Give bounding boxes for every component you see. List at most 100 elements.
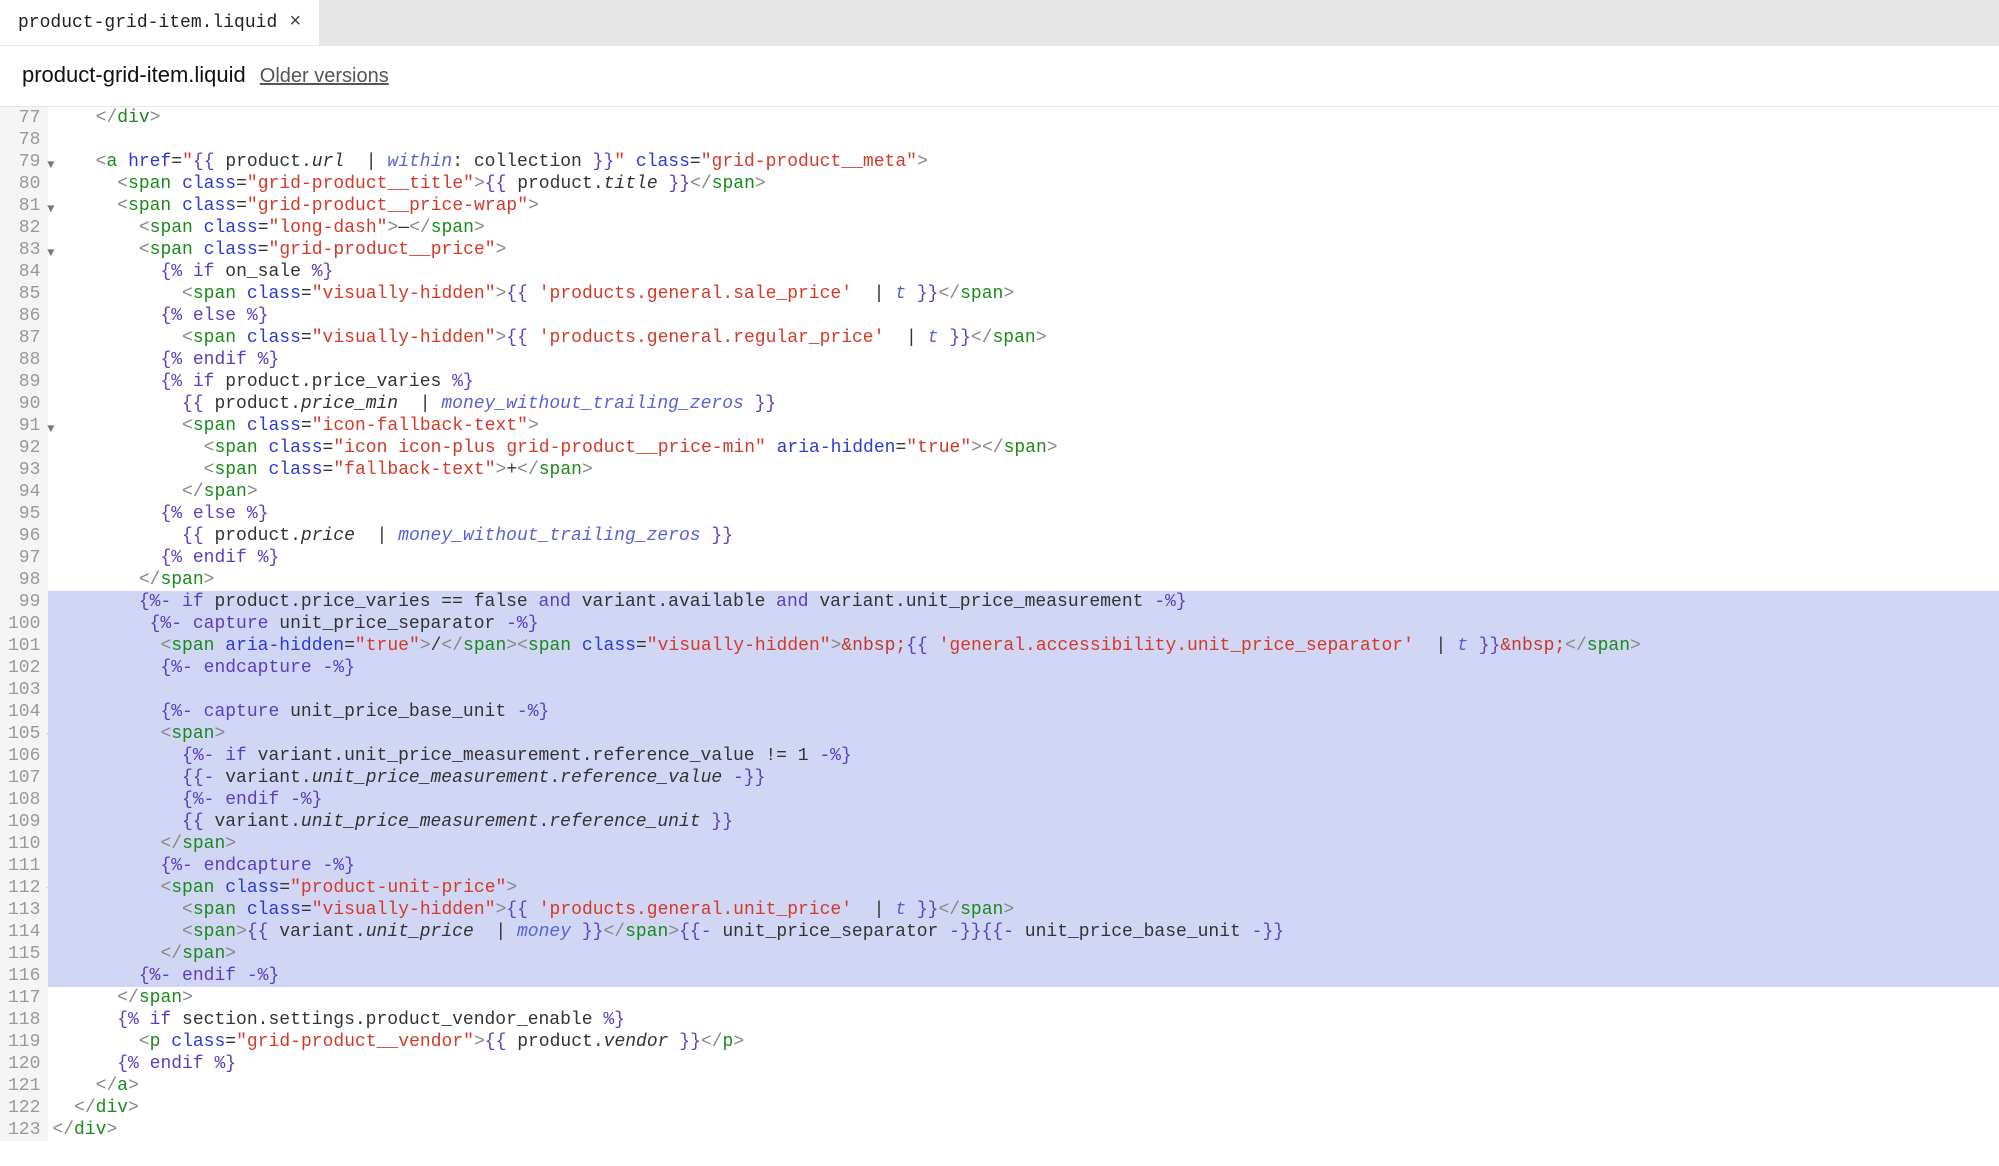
code-line[interactable]: {%- capture unit_price_separator -%} — [48, 613, 1999, 635]
line-number: 112▼ — [8, 877, 40, 899]
line-number: 120 — [8, 1053, 40, 1075]
close-icon[interactable]: × — [289, 13, 301, 33]
code-line[interactable]: {{- variant.unit_price_measurement.refer… — [48, 767, 1999, 789]
code-line[interactable]: <span class="icon icon-plus grid-product… — [48, 437, 1999, 459]
code-line[interactable]: {% if product.price_varies %} — [48, 371, 1999, 393]
code-line[interactable]: <span class="icon-fallback-text"> — [48, 415, 1999, 437]
line-number: 93 — [8, 459, 40, 481]
code-line[interactable]: {{ product.price | money_without_trailin… — [48, 525, 1999, 547]
line-number: 91▼ — [8, 415, 40, 437]
code-line[interactable]: <span> — [48, 723, 1999, 745]
line-number: 84 — [8, 261, 40, 283]
line-number: 85 — [8, 283, 40, 305]
line-number: 103 — [8, 679, 40, 701]
line-number: 95 — [8, 503, 40, 525]
line-number: 117 — [8, 987, 40, 1009]
code-line[interactable]: {% endif %} — [48, 349, 1999, 371]
line-number: 113 — [8, 899, 40, 921]
line-number: 105▼ — [8, 723, 40, 745]
line-number: 122 — [8, 1097, 40, 1119]
line-number: 79▼ — [8, 151, 40, 173]
code-line[interactable]: {%- endcapture -%} — [48, 657, 1999, 679]
code-line[interactable]: <a href="{{ product.url | within: collec… — [48, 151, 1999, 173]
code-line[interactable]: </div> — [48, 1119, 1999, 1141]
code-line[interactable]: </span> — [48, 481, 1999, 503]
line-number: 77 — [8, 107, 40, 129]
line-number: 80 — [8, 173, 40, 195]
code-line[interactable]: <span class="product-unit-price"> — [48, 877, 1999, 899]
tab-bar: product-grid-item.liquid × — [0, 0, 1999, 46]
code-line[interactable]: {% if on_sale %} — [48, 261, 1999, 283]
code-line[interactable]: <span aria-hidden="true">/</span><span c… — [48, 635, 1999, 657]
code-line[interactable]: {%- if product.price_varies == false and… — [48, 591, 1999, 613]
line-number: 116 — [8, 965, 40, 987]
code-line[interactable]: </span> — [48, 943, 1999, 965]
file-name: product-grid-item.liquid — [22, 62, 246, 88]
line-number: 107 — [8, 767, 40, 789]
code-line[interactable]: </a> — [48, 1075, 1999, 1097]
code-area[interactable]: </div> <a href="{{ product.url | within:… — [48, 107, 1999, 1141]
code-line[interactable] — [48, 129, 1999, 151]
line-number: 87 — [8, 327, 40, 349]
line-number: 94 — [8, 481, 40, 503]
line-number: 96 — [8, 525, 40, 547]
line-number: 104 — [8, 701, 40, 723]
code-line[interactable]: {%- endif -%} — [48, 965, 1999, 987]
line-number: 78 — [8, 129, 40, 151]
code-line[interactable]: <span class="visually-hidden">{{ 'produc… — [48, 283, 1999, 305]
code-line[interactable]: </span> — [48, 833, 1999, 855]
tab-bar-filler — [319, 0, 1999, 45]
code-line[interactable]: {%- capture unit_price_base_unit -%} — [48, 701, 1999, 723]
code-line[interactable]: <p class="grid-product__vendor">{{ produ… — [48, 1031, 1999, 1053]
code-line[interactable]: {% endif %} — [48, 547, 1999, 569]
line-number: 123 — [8, 1119, 40, 1141]
line-number: 102 — [8, 657, 40, 679]
code-line[interactable]: </div> — [48, 107, 1999, 129]
line-number: 111 — [8, 855, 40, 877]
line-number: 90 — [8, 393, 40, 415]
code-line[interactable]: {% if section.settings.product_vendor_en… — [48, 1009, 1999, 1031]
code-line[interactable]: <span class="grid-product__price"> — [48, 239, 1999, 261]
line-number: 99 — [8, 591, 40, 613]
older-versions-link[interactable]: Older versions — [260, 65, 389, 88]
code-line[interactable]: {{ product.price_min | money_without_tra… — [48, 393, 1999, 415]
line-number: 101 — [8, 635, 40, 657]
line-number: 114 — [8, 921, 40, 943]
code-line[interactable]: {{ variant.unit_price_measurement.refere… — [48, 811, 1999, 833]
code-editor[interactable]: 77 78 79▼ 80 81▼ 82 83▼ 84 85 86 87 88 8… — [0, 107, 1999, 1141]
code-line[interactable]: <span class="grid-product__title">{{ pro… — [48, 173, 1999, 195]
code-line[interactable]: <span class="grid-product__price-wrap"> — [48, 195, 1999, 217]
line-number: 108 — [8, 789, 40, 811]
line-number: 100 — [8, 613, 40, 635]
line-gutter: 77 78 79▼ 80 81▼ 82 83▼ 84 85 86 87 88 8… — [0, 107, 48, 1141]
code-line[interactable] — [48, 679, 1999, 701]
line-number: 89 — [8, 371, 40, 393]
code-line[interactable]: <span>{{ variant.unit_price | money }}</… — [48, 921, 1999, 943]
line-number: 82 — [8, 217, 40, 239]
line-number: 97 — [8, 547, 40, 569]
line-number: 115 — [8, 943, 40, 965]
line-number: 86 — [8, 305, 40, 327]
code-line[interactable]: <span class="visually-hidden">{{ 'produc… — [48, 899, 1999, 921]
file-tab[interactable]: product-grid-item.liquid × — [0, 0, 319, 45]
code-line[interactable]: <span class="long-dash">—</span> — [48, 217, 1999, 239]
code-line[interactable]: {% else %} — [48, 305, 1999, 327]
code-line[interactable]: <span class="fallback-text">+</span> — [48, 459, 1999, 481]
line-number: 106 — [8, 745, 40, 767]
line-number: 81▼ — [8, 195, 40, 217]
code-line[interactable]: </div> — [48, 1097, 1999, 1119]
file-header: product-grid-item.liquid Older versions — [0, 46, 1999, 107]
code-line[interactable]: <span class="visually-hidden">{{ 'produc… — [48, 327, 1999, 349]
code-line[interactable]: {%- endcapture -%} — [48, 855, 1999, 877]
code-line[interactable]: </span> — [48, 987, 1999, 1009]
line-number: 121 — [8, 1075, 40, 1097]
code-line[interactable]: {% else %} — [48, 503, 1999, 525]
line-number: 92 — [8, 437, 40, 459]
code-line[interactable]: {%- endif -%} — [48, 789, 1999, 811]
line-number: 109 — [8, 811, 40, 833]
code-line[interactable]: {%- if variant.unit_price_measurement.re… — [48, 745, 1999, 767]
line-number: 83▼ — [8, 239, 40, 261]
code-line[interactable]: {% endif %} — [48, 1053, 1999, 1075]
line-number: 110 — [8, 833, 40, 855]
code-line[interactable]: </span> — [48, 569, 1999, 591]
